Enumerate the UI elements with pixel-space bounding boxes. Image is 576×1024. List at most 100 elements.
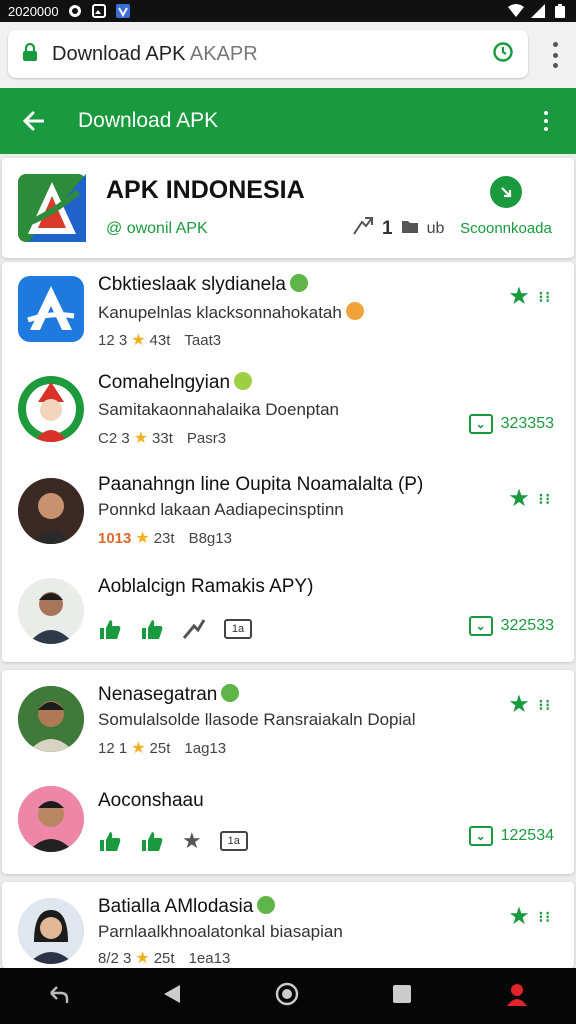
share-icon[interactable] (352, 216, 374, 241)
comment-icon[interactable]: 1a (219, 831, 248, 851)
apk-indonesia-logo (18, 174, 86, 242)
overflow-menu-icon[interactable] (516, 111, 576, 131)
app-bar: Download APK (0, 88, 576, 154)
app-meta: 12 3 ★ 43t Taat3 (98, 331, 222, 350)
star-icon: ★ (135, 530, 150, 547)
favorite-button[interactable]: ★ ⁝⁝ (510, 486, 552, 511)
action-row: ★ 1a (98, 828, 248, 854)
avatar (18, 578, 84, 644)
like-icon[interactable] (140, 830, 164, 852)
recent-back-icon[interactable] (47, 983, 69, 1010)
app-icon (18, 276, 84, 342)
download-count[interactable]: ⌄ 322533 (468, 616, 554, 636)
status-bar: 2020000 (0, 0, 576, 22)
back-icon[interactable] (162, 983, 182, 1010)
app-bar-title: Download APK (78, 109, 219, 132)
avatar (18, 786, 84, 852)
featured-app-subtitle[interactable]: @ owonil APK (106, 220, 208, 238)
download-label: Scoonnkoada (460, 220, 552, 237)
list-item[interactable]: Comahelngyian Samitakaonnahalaika Doenpt… (2, 362, 574, 462)
back-arrow-icon[interactable] (0, 111, 66, 131)
featured-stat-value: 1 (382, 217, 393, 239)
app-meta: 1013 ★ 23t B8g13 (98, 529, 232, 548)
list-item[interactable]: Aoconshaau ★ 1a ⌄ 122534 (2, 770, 574, 874)
app-name: Aoconshaau (98, 790, 204, 811)
list-item[interactable]: Batialla AMlodasia Parnlaalkhnoalatonkal… (2, 882, 574, 968)
app-description: Kanupelnlas klacksonnahokatah (98, 303, 342, 322)
avatar (18, 898, 84, 964)
home-icon[interactable] (275, 982, 299, 1011)
image-icon (91, 4, 107, 18)
download-box-icon: ⌄ (468, 414, 493, 434)
download-icon (490, 176, 522, 208)
favorite-button[interactable]: ★ ⁝⁝ (510, 284, 552, 309)
status-time: 2020000 (8, 3, 59, 19)
wifi-icon (508, 4, 524, 18)
action-row: 1a (98, 618, 252, 640)
app-description: Samitakaonnahalaika Doenptan (98, 400, 340, 419)
list-item[interactable]: Paanahngn line Oupita Noamalalta (P) Pon… (2, 462, 574, 562)
battery-icon (552, 4, 568, 18)
like-icon[interactable] (98, 830, 122, 852)
avatar (18, 686, 84, 752)
app-name: Cbktieslaak slydianela (98, 274, 286, 295)
app-meta: 8/2 3 ★ 25t 1ea13 (98, 949, 231, 968)
url-field[interactable]: Download APK AKAPR (8, 30, 528, 78)
avatar (18, 376, 84, 442)
signal-icon (530, 4, 546, 18)
reload-icon[interactable] (492, 41, 514, 68)
download-box-icon: ⌄ (468, 616, 493, 636)
comment-icon[interactable]: 1a (224, 619, 252, 639)
featured-app-card[interactable]: APK INDONESIA @ owonil APK 1 ub Scoonnko… (2, 158, 574, 258)
star-outline-icon[interactable]: ★ (182, 828, 202, 854)
info-icon (345, 302, 364, 320)
star-icon: ★ (509, 905, 531, 928)
list-item[interactable]: Aoblalcign Ramakis APY) 1a ⌄ 322533 (2, 562, 574, 662)
verified-icon (221, 684, 240, 702)
overview-icon[interactable] (392, 984, 412, 1009)
verified-icon (257, 896, 276, 914)
system-nav-bar (0, 968, 576, 1024)
app-name: Batialla AMlodasia (98, 896, 254, 917)
star-icon: ★ (131, 332, 146, 349)
like-icon[interactable] (140, 618, 164, 640)
browser-menu-icon[interactable] (548, 42, 562, 68)
featured-stat-suffix: ub (426, 219, 445, 237)
favorite-button[interactable]: ★ ⁝⁝ (510, 904, 552, 929)
app-description: Parnlaalkhnoalatonkal biasapian (98, 922, 343, 941)
featured-download-button[interactable]: Scoonnkoada (456, 176, 556, 237)
star-icon: ★ (509, 487, 531, 510)
share-icon[interactable] (182, 618, 206, 640)
url-text: Download APK AKAPR (52, 42, 258, 65)
star-icon: ★ (509, 693, 531, 716)
download-box-icon: ⌄ (468, 826, 493, 846)
avatar (18, 478, 84, 544)
app-list-card: Nenasegatran Somulalsolde llasode Ransra… (2, 670, 574, 874)
star-icon: ★ (133, 430, 149, 447)
download-count[interactable]: ⌄ 323353 (468, 414, 554, 434)
verified-icon (290, 274, 308, 292)
app-list-card: Cbktieslaak slydianela Kanupelnlas klack… (2, 262, 574, 662)
app-description: Somulalsolde llasode Ransraiakaln Dopial (98, 710, 416, 729)
favorite-button[interactable]: ★ ⁝⁝ (510, 692, 552, 717)
sync-icon (67, 4, 83, 18)
app-meta: C2 3 ★ 33t Pasr3 (98, 429, 227, 448)
like-icon[interactable] (98, 618, 122, 640)
profile-icon[interactable] (505, 982, 529, 1011)
folder-icon (401, 218, 419, 239)
star-icon: ★ (131, 740, 146, 757)
star-icon: ★ (509, 285, 531, 308)
app-meta: 12 1 ★ 25t 1ag13 (98, 739, 227, 758)
list-item[interactable]: Cbktieslaak slydianela Kanupelnlas klack… (2, 262, 574, 362)
app-list-card: Batialla AMlodasia Parnlaalkhnoalatonkal… (2, 882, 574, 968)
list-item[interactable]: Nenasegatran Somulalsolde llasode Ransra… (2, 670, 574, 770)
app-name: Nenasegatran (98, 684, 218, 705)
star-icon: ★ (135, 950, 150, 967)
featured-app-title: APK INDONESIA (106, 176, 305, 204)
featured-app-stats: 1 ub (352, 216, 444, 241)
app-name: Paanahngn line Oupita Noamalalta (P) (98, 474, 424, 495)
verified-icon (234, 372, 253, 390)
app-name: Aoblalcign Ramakis APY) (98, 576, 314, 597)
download-count[interactable]: ⌄ 122534 (468, 826, 554, 846)
app-description: Ponnkd lakaan Aadiapecinsptinn (98, 500, 344, 519)
